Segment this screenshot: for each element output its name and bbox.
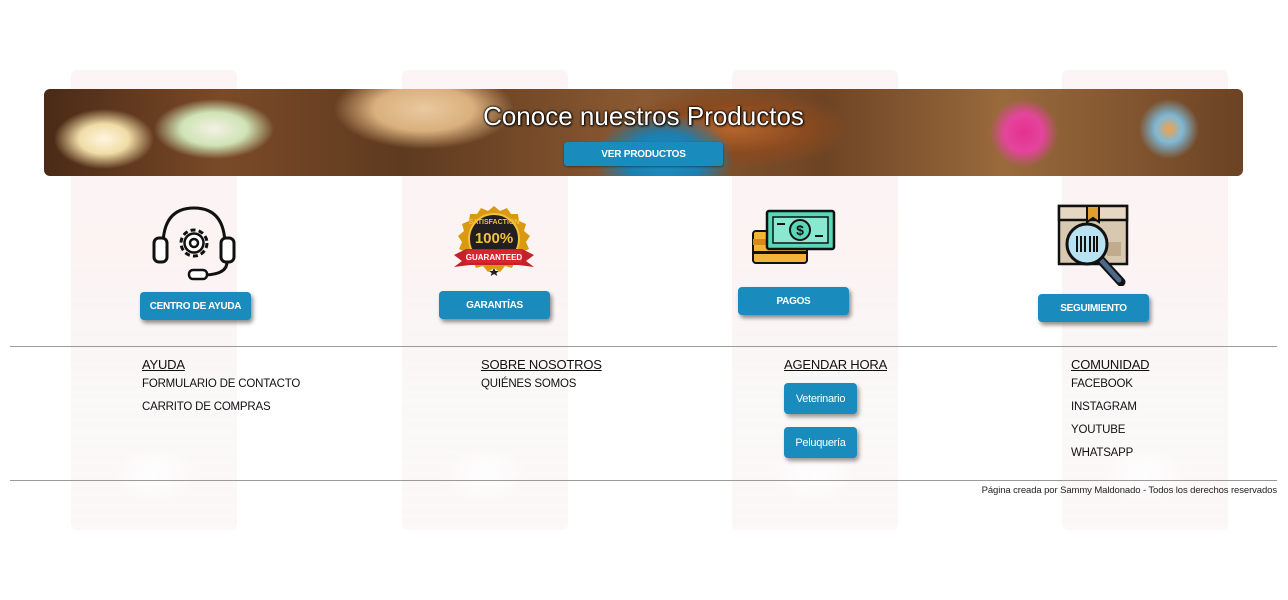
instagram-link[interactable]: INSTAGRAM — [1071, 401, 1149, 416]
package-search-icon — [1057, 204, 1131, 287]
payments-button[interactable]: PAGOS — [738, 287, 849, 315]
tracking-button[interactable]: SEGUIMIENTO — [1038, 294, 1149, 322]
about-us-heading-link[interactable]: SOBRE NOSOTROS — [481, 357, 602, 372]
satisfaction-guaranteed-badge-icon: SATISFACTION 100% GUARANTEED — [452, 205, 536, 279]
divider-top — [10, 346, 1277, 347]
help-heading-link[interactable]: AYUDA — [142, 357, 300, 372]
who-we-are-link[interactable]: QUIÉNES SOMOS — [481, 378, 602, 393]
whatsapp-link[interactable]: WHATSAPP — [1071, 447, 1149, 462]
view-products-button[interactable]: VER PRODUCTOS — [564, 142, 723, 166]
footer-credits: Página creada por Sammy Maldonado - Todo… — [981, 485, 1277, 496]
banner-title: Conoce nuestros Productos — [483, 101, 804, 131]
badge-guaranteed-text: GUARANTEED — [466, 253, 523, 262]
footer-column-schedule: AGENDAR HORA Veterinario Peluquería — [784, 357, 887, 471]
shopping-cart-link[interactable]: CARRITO DE COMPRAS — [142, 401, 300, 416]
badge-percent-text: 100% — [475, 230, 513, 247]
youtube-link[interactable]: YOUTUBE — [1071, 424, 1149, 439]
dollar-sign-glyph: $ — [796, 222, 804, 238]
guarantees-button[interactable]: GARANTÍAS — [439, 291, 550, 319]
footer-column-about: SOBRE NOSOTROS QUIÉNES SOMOS — [481, 357, 602, 401]
footer-column-community: COMUNIDAD FACEBOOK INSTAGRAM YOUTUBE WHA… — [1071, 357, 1150, 470]
products-banner: Conoce nuestros Productos VER PRODUCTOS — [44, 89, 1243, 176]
money-card-icon: $ — [751, 209, 837, 267]
vet-appointment-button[interactable]: Veterinario — [784, 383, 857, 414]
headset-gear-icon — [151, 204, 237, 282]
badge-satisfaction-text: SATISFACTION — [469, 219, 520, 226]
grooming-appointment-button[interactable]: Peluquería — [784, 427, 857, 458]
footer-column-help: AYUDA FORMULARIO DE CONTACTO CARRITO DE … — [142, 357, 300, 424]
facebook-link[interactable]: FACEBOOK — [1071, 378, 1149, 393]
contact-form-link[interactable]: FORMULARIO DE CONTACTO — [142, 378, 300, 393]
community-heading-link[interactable]: COMUNIDAD — [1071, 357, 1150, 372]
divider-bottom — [10, 480, 1277, 481]
schedule-heading-link[interactable]: AGENDAR HORA — [784, 357, 887, 372]
help-center-button[interactable]: CENTRO DE AYUDA — [140, 292, 251, 320]
